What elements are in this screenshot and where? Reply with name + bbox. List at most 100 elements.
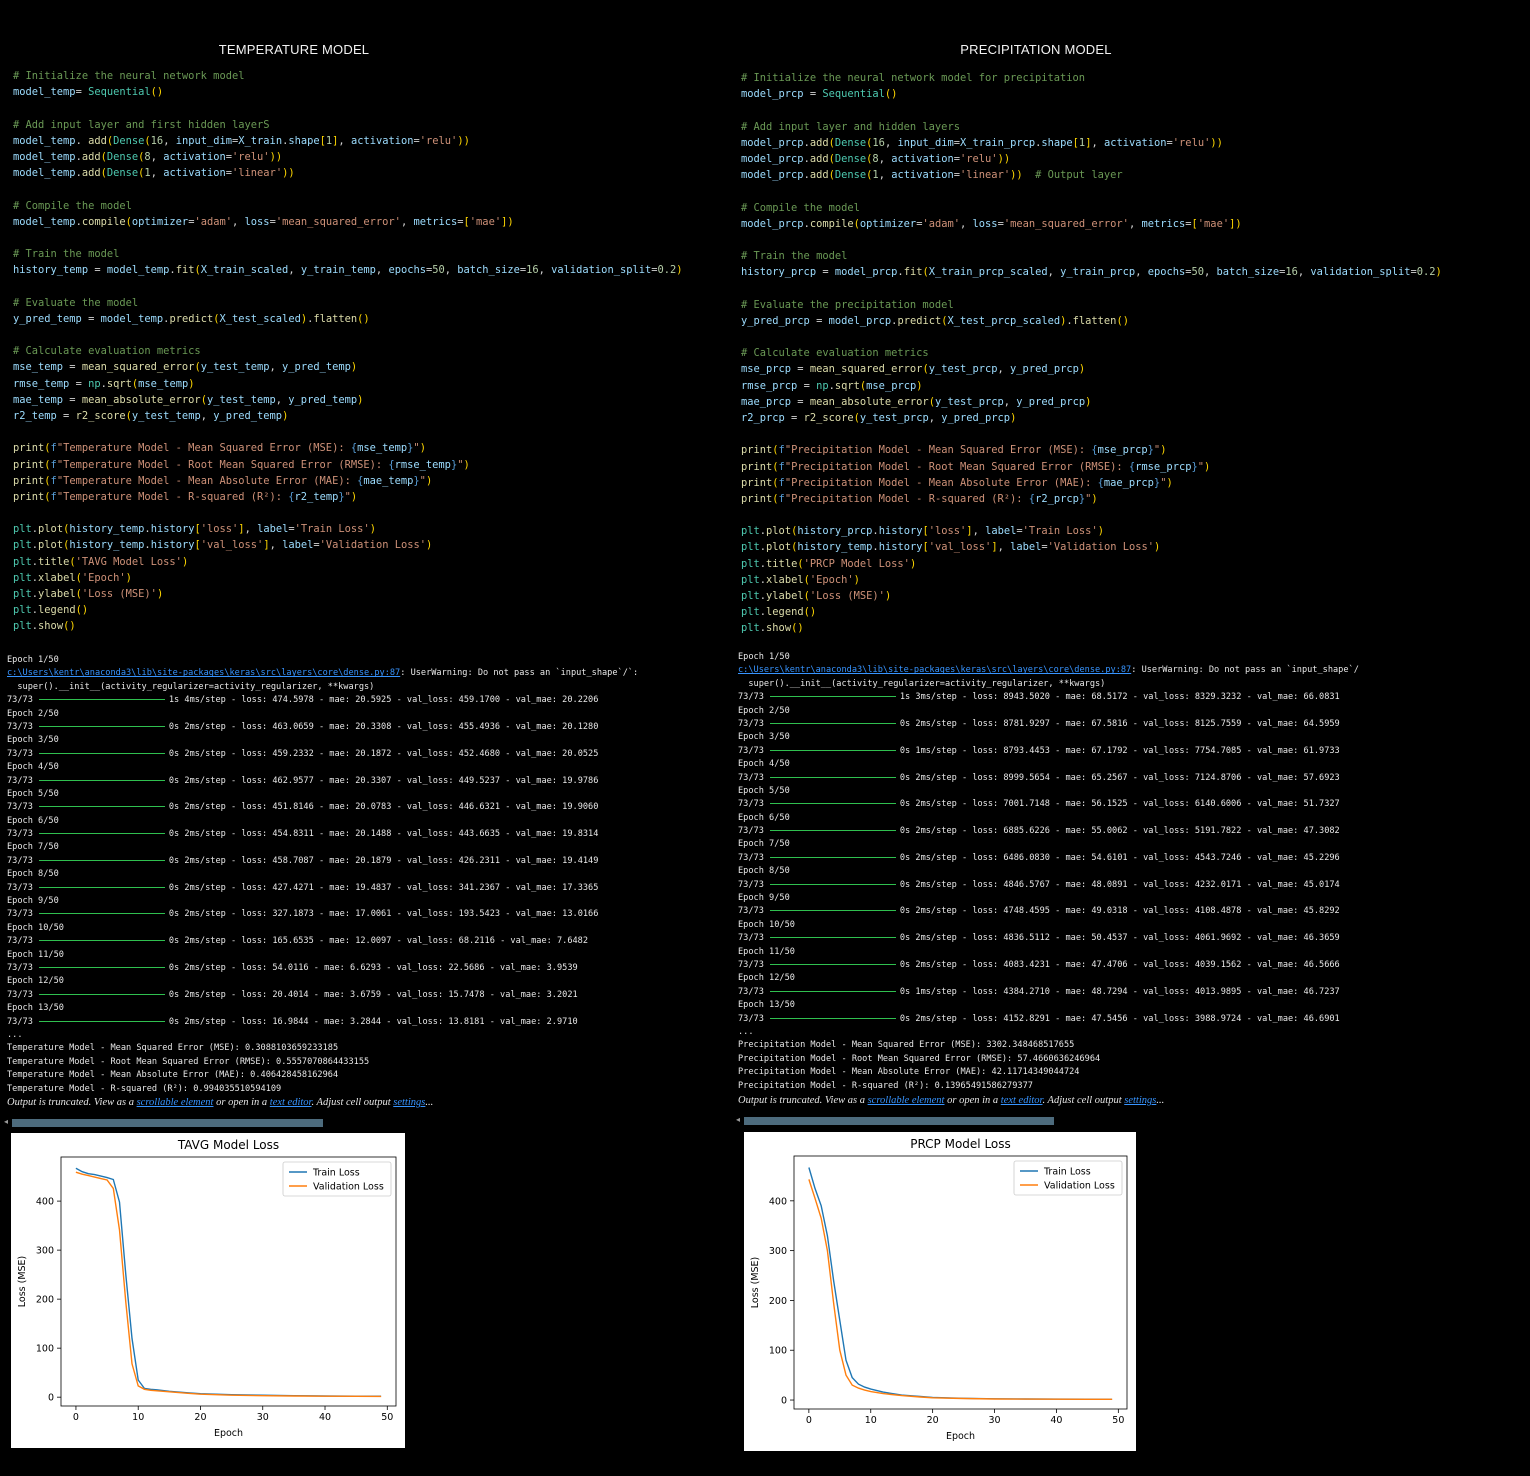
code-line: # Add input layer and first hidden layer…	[13, 117, 683, 133]
epoch-label: Epoch 5/50	[738, 785, 790, 796]
code-token: plot	[38, 539, 64, 552]
progress-steps: 73/73	[738, 1013, 764, 1024]
progress-steps: 73/73	[7, 802, 33, 813]
val-loss-value: 13.8181	[448, 1016, 485, 1027]
code-line: model_temp.add(Dense(8, activation='relu…	[13, 149, 683, 165]
code-token: ,	[884, 136, 898, 149]
mae-value: 48.7294	[1091, 986, 1128, 997]
code-line: print(f"Temperature Model - R-squared (R…	[13, 489, 683, 505]
progress-line: 73/73 0s 2ms/step - loss: 20.4014 - mae: …	[7, 989, 578, 1000]
scroll-left-icon[interactable]: ◂	[4, 1117, 8, 1126]
x-tick-label: 20	[194, 1412, 206, 1423]
code-token: show	[38, 620, 64, 633]
text-editor-link[interactable]: text editor	[1001, 1095, 1043, 1106]
text-editor-link[interactable]: text editor	[270, 1097, 312, 1108]
horizontal-scrollbar[interactable]	[744, 1117, 1054, 1125]
loss-value: 327.1873	[272, 909, 314, 920]
code-token: y_pred_prcp	[741, 314, 810, 327]
code-token: 'Loss (MSE)'	[809, 590, 885, 602]
loss-value: 4083.4231	[1003, 959, 1050, 970]
epoch-header: Epoch 7/50	[7, 841, 638, 854]
progress-bar	[38, 859, 165, 861]
code-token: mean_absolute_error	[809, 395, 929, 408]
y-tick-label: 100	[769, 1346, 787, 1357]
code-token: model_temp	[106, 264, 170, 277]
code-line: rmse_temp = np.sqrt(mse_temp)	[13, 376, 683, 392]
code-token: shape	[1041, 136, 1073, 149]
progress-steps: 73/73	[7, 909, 33, 920]
code-token: y_test_temp	[200, 361, 270, 374]
progress-line: 73/73 0s 2ms/step - loss: 454.8311 - mae:…	[7, 829, 599, 840]
progress-line: 73/73 0s 2ms/step - loss: 4152.8291 - mae…	[738, 1013, 1340, 1024]
code-token: "Precipitation Model - Mean Absolute Err…	[784, 476, 1098, 489]
warning-path-link[interactable]: c:\Users\kentr\anaconda3\lib\site-packag…	[7, 668, 400, 678]
horizontal-scrollbar[interactable]	[12, 1119, 323, 1127]
loss-value: 7001.7148	[1003, 799, 1050, 810]
progress-line: 73/73 0s 2ms/step - loss: 8999.5654 - mae…	[738, 772, 1340, 783]
epoch-header: Epoch 1/50	[738, 651, 1359, 664]
scrollable-element-link[interactable]: scrollable element	[137, 1097, 214, 1108]
chart-svg: PRCP Model Loss 0 10 20 30 40 50 0 100 200 300 400 E…	[750, 1137, 1128, 1442]
code-line: mae_prcp = mean_absolute_error(y_test_pr…	[741, 394, 1442, 410]
metric-line: Temperature Model - Mean Absolute Error …	[7, 1069, 638, 1082]
mae-value: 65.2567	[1091, 772, 1128, 783]
code-token: ()	[150, 86, 164, 99]
epoch-header: Epoch 2/50	[738, 705, 1359, 718]
series-line-validation-loss	[75, 1171, 382, 1398]
scroll-left-icon[interactable]: ◂	[736, 1115, 740, 1124]
code-token: mse_temp	[357, 442, 408, 455]
code-token: 'Validation Loss'	[319, 539, 426, 552]
settings-link[interactable]: settings	[393, 1097, 425, 1108]
val-mae-value: 46.7237	[1303, 986, 1340, 997]
epoch-label: Epoch 12/50	[7, 976, 64, 987]
code-line: # Evaluate the model	[13, 295, 683, 311]
code-line: plt.plot(history_temp.history['loss'], l…	[13, 521, 683, 537]
code-token: )	[156, 588, 164, 600]
code-token: ,	[960, 217, 973, 230]
val-loss-value: 8329.3232	[1194, 692, 1242, 703]
warning-path-link[interactable]: c:\Users\kentr\anaconda3\lib\site-packag…	[738, 665, 1131, 675]
y-tick-label: 100	[36, 1344, 54, 1355]
code-line: plt.plot(history_temp.history['val_loss'…	[13, 537, 683, 553]
progress-steps: 73/73	[738, 906, 764, 917]
progress-steps: 73/73	[738, 826, 764, 837]
code-token: 'Loss (MSE)'	[81, 588, 157, 600]
code-token: 'loss'	[928, 525, 967, 538]
val-loss-value: 426.2311	[458, 855, 501, 866]
code-token: 16	[1285, 266, 1298, 279]
progress-time: 0s 2ms/step	[168, 962, 226, 973]
progress-bar	[769, 937, 896, 939]
code-token: ,	[288, 264, 301, 277]
code-cell[interactable]: # Initialize the neural network model mod…	[13, 68, 683, 635]
x-axis-label: Epoch	[214, 1428, 243, 1439]
code-token: history_temp	[13, 264, 89, 277]
loss-value: 454.8311	[272, 829, 314, 840]
code-line: model_prcp.add(Dense(1, activation='line…	[741, 167, 1442, 183]
code-token: X_train	[238, 134, 283, 147]
progress-bar	[769, 856, 896, 858]
code-line: history_prcp = model_prcp.fit(X_train_pr…	[741, 264, 1442, 280]
code-token: plt	[741, 525, 760, 538]
epoch-label: Epoch 1/50	[738, 652, 790, 662]
code-token: plt	[13, 620, 32, 633]
code-token: y_pred_prcp	[1016, 395, 1086, 408]
progress-line: 73/73 0s 2ms/step - loss: 451.8146 - mae:…	[7, 802, 599, 813]
settings-link[interactable]: settings	[1124, 1095, 1156, 1106]
code-token: )	[1097, 525, 1104, 538]
code-cell[interactable]: # Initialize the neural network model fo…	[741, 70, 1442, 637]
val-loss-value: 8125.7559	[1194, 718, 1242, 729]
code-line: print(f"Temperature Model - Mean Absolut…	[13, 473, 683, 489]
code-token: model_temp	[13, 134, 76, 147]
code-token: history_temp	[69, 539, 145, 552]
scrollable-element-link[interactable]: scrollable element	[868, 1095, 945, 1106]
code-line: plt.show()	[741, 620, 1442, 636]
progress-bar	[769, 722, 896, 724]
code-token: plt	[13, 571, 32, 584]
metric-text: Temperature Model - Mean Squared Error (…	[7, 1043, 339, 1054]
warning-super: super().__init__(activity_regularizer=ac…	[738, 678, 1106, 689]
code-token: # Evaluate the model	[13, 296, 139, 309]
progress-steps: 73/73	[7, 962, 33, 973]
code-token: history	[878, 525, 923, 538]
